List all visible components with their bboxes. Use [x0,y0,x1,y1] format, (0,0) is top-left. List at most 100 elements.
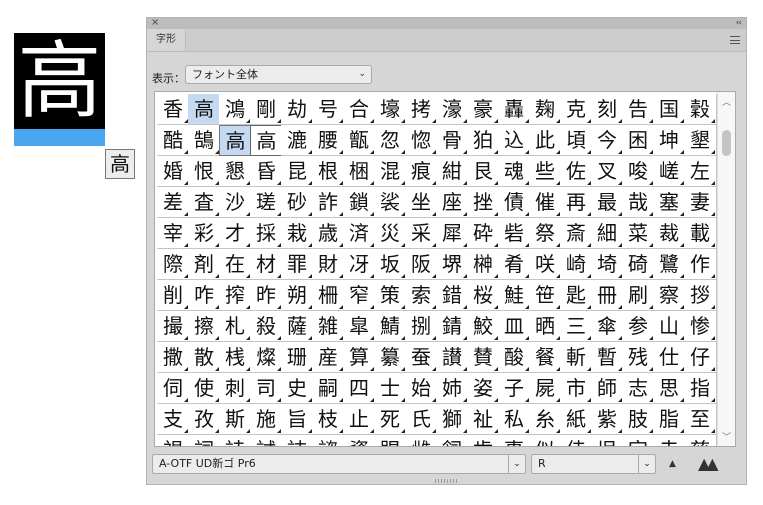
glyph-cell[interactable]: 祉 [467,404,500,435]
glyph-cell[interactable]: 冴 [343,249,376,280]
glyph-cell[interactable]: 撮 [157,311,190,342]
glyph-cell[interactable]: 慈 [684,435,717,446]
glyph-cell[interactable]: 窄 [343,280,376,311]
glyph-cell[interactable]: 罪 [281,249,314,280]
glyph-cell[interactable]: 施 [250,404,283,435]
scroll-down-icon[interactable]: ﹀ [722,430,731,443]
glyph-cell[interactable]: 指 [684,373,717,404]
glyph-cell[interactable]: 瑳 [250,187,283,218]
glyph-cell[interactable]: 斎 [560,218,593,249]
glyph-cell[interactable]: 再 [560,187,593,218]
glyph-cell[interactable]: 克 [560,94,593,125]
glyph-cell[interactable]: 肴 [498,249,531,280]
glyph-cell[interactable]: 試 [250,435,283,446]
glyph-cell[interactable]: 祭 [529,218,562,249]
glyph-cell[interactable]: 砦 [498,218,531,249]
glyph-cell[interactable]: 載 [684,218,717,249]
glyph-cell[interactable]: 史 [281,373,314,404]
glyph-cell[interactable]: 哉 [622,187,655,218]
glyph-cell[interactable]: 字 [622,435,655,446]
glyph-cell[interactable]: 妻 [684,187,717,218]
glyph-cell[interactable]: 犀 [436,218,469,249]
glyph-cell[interactable]: 算 [343,342,376,373]
glyph-cell[interactable]: 拷 [405,94,438,125]
glyph-cell[interactable]: 刷 [622,280,655,311]
glyph-cell[interactable]: 珊 [281,342,314,373]
glyph-cell[interactable]: 采 [405,218,438,249]
glyph-cell[interactable]: 混 [374,156,407,187]
glyph-cell[interactable]: 裁 [653,218,686,249]
glyph-cell[interactable]: 高 [188,94,221,125]
zoom-out-icon[interactable]: ▲ [669,459,676,469]
glyph-cell[interactable]: 艮 [467,156,500,187]
glyph-cell[interactable]: 恨 [188,156,221,187]
glyph-cell[interactable]: 諮 [312,435,345,446]
glyph-cell[interactable]: 坂 [374,249,407,280]
glyph-cell[interactable]: 佐 [560,156,593,187]
glyph-cell[interactable]: 咲 [529,249,562,280]
glyph-cell[interactable]: 崎 [560,249,593,280]
glyph-cell[interactable]: 災 [374,218,407,249]
glyph-cell[interactable]: 雌 [405,435,438,446]
glyph-cell[interactable]: 斬 [560,342,593,373]
glyph-cell[interactable]: 詐 [312,187,345,218]
glyph-cell[interactable]: 碕 [622,249,655,280]
glyph-cell[interactable]: 脂 [653,404,686,435]
glyph-cell[interactable]: 鴻 [219,94,252,125]
glyph-cell[interactable]: 産 [312,342,345,373]
glyph-cell[interactable]: 資 [343,435,376,446]
glyph-cell[interactable]: 紫 [591,404,624,435]
glyph-cell[interactable]: 榊 [467,249,500,280]
glyph-cell[interactable]: 殺 [250,311,283,342]
glyph-cell[interactable]: 支 [157,404,190,435]
glyph-cell[interactable]: 穀 [684,94,717,125]
glyph-cell[interactable]: 蚕 [405,342,438,373]
glyph-cell[interactable]: 紺 [436,156,469,187]
glyph-cell[interactable]: 昨 [250,280,283,311]
glyph-cell[interactable]: 差 [157,187,190,218]
glyph-cell[interactable]: 飼 [436,435,469,446]
glyph-cell[interactable]: 叉 [591,156,624,187]
glyph-cell[interactable]: 桟 [219,342,252,373]
glyph-cell[interactable]: 些 [529,156,562,187]
glyph-cell[interactable]: 惚 [405,125,438,156]
glyph-cell[interactable]: 告 [622,94,655,125]
glyph-cell[interactable]: 沙 [219,187,252,218]
glyph-cell[interactable]: 策 [374,280,407,311]
glyph-cell[interactable]: 山 [653,311,686,342]
glyph-cell[interactable]: 師 [591,373,624,404]
glyph-cell[interactable]: 栽 [281,218,314,249]
glyph-cell[interactable]: 察 [653,280,686,311]
glyph-cell[interactable]: 使 [188,373,221,404]
glyph-cell[interactable]: 姉 [436,373,469,404]
glyph-cell[interactable]: 晒 [529,311,562,342]
glyph-cell[interactable]: 砕 [467,218,500,249]
glyph-cell[interactable]: 寺 [653,435,686,446]
glyph-cell[interactable]: 甑 [343,125,376,156]
zoom-in-icon[interactable]: ▲▲ [698,454,719,473]
glyph-cell[interactable]: 催 [529,187,562,218]
glyph-cell[interactable]: 鯖 [374,311,407,342]
glyph-cell[interactable]: 今 [591,125,624,156]
glyph-cell[interactable]: 高 [250,125,283,156]
glyph-cell[interactable]: 坤 [653,125,686,156]
glyph-cell[interactable]: 鷺 [653,249,686,280]
glyph-cell[interactable]: 込 [498,125,531,156]
glyph-cell[interactable]: 濠 [436,94,469,125]
glyph-cell[interactable]: 参 [622,311,655,342]
glyph-cell[interactable]: 削 [157,280,190,311]
glyph-cell[interactable]: 号 [312,94,345,125]
glyph-cell[interactable]: 賜 [374,435,407,446]
scrollbar-thumb[interactable] [722,130,731,156]
glyph-cell[interactable]: 細 [591,218,624,249]
glyph-cell[interactable]: 燦 [250,342,283,373]
glyph-cell[interactable]: 合 [343,94,376,125]
glyph-cell[interactable]: 思 [653,373,686,404]
glyph-cell[interactable]: 困 [622,125,655,156]
glyph-cell[interactable]: 止 [343,404,376,435]
glyph-cell[interactable]: 三 [560,311,593,342]
glyph-cell[interactable]: 麹 [529,94,562,125]
glyph-cell[interactable]: 豪 [467,94,500,125]
glyph-cell[interactable]: 錆 [436,311,469,342]
chevron-down-icon[interactable]: ⌄ [508,455,525,473]
